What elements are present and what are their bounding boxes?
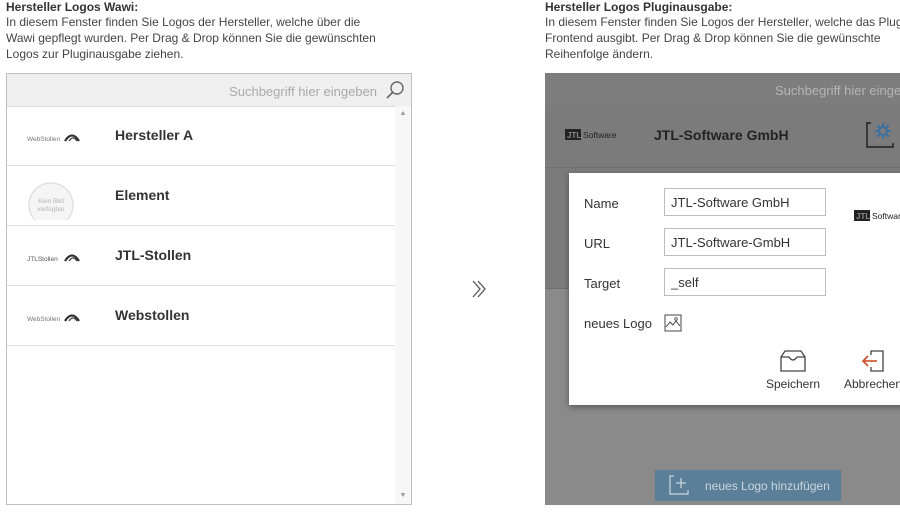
name-label: Name — [584, 196, 619, 211]
jtl-software-logo: JTL Software — [565, 129, 617, 140]
list-scrollbar[interactable]: ▲ ▼ — [395, 106, 411, 504]
search-icon[interactable] — [385, 80, 405, 100]
double-chevron-right-icon — [472, 280, 486, 298]
no-image-text: verfügbar — [37, 206, 65, 213]
left-desc-line: In diesem Fenster finden Sie Logos der H… — [6, 15, 361, 29]
manufacturer-logo: JTLStollen — [27, 254, 80, 263]
scroll-down-icon[interactable]: ▼ — [399, 492, 407, 500]
left-desc-line: Logos zur Pluginausgabe ziehen. — [6, 47, 184, 61]
save-icon — [780, 350, 806, 372]
manufacturer-logo: WebStollen — [27, 314, 80, 323]
image-upload-icon[interactable] — [664, 314, 682, 332]
left-search-bar — [7, 74, 411, 107]
right-desc-line: Frontend ausgibt. Per Drag & Drop können… — [545, 31, 881, 45]
wawi-logo-list: WebStollen Hersteller A Kein Bild verfüg… — [7, 106, 395, 504]
plugin-logo-name: JTL-Software GmbH — [654, 127, 789, 143]
right-search-bar — [545, 73, 900, 105]
add-logo-label: neues Logo hinzufügen — [705, 479, 830, 493]
plugin-logo-row[interactable]: JTL Software JTL-Software GmbH — [545, 105, 900, 168]
manufacturer-logo: WebStollen — [27, 134, 80, 143]
gear-icon[interactable] — [865, 119, 895, 149]
target-input[interactable] — [664, 268, 826, 296]
list-item[interactable]: Kein Bild verfügbar Element — [7, 166, 395, 226]
logo-text: Software — [872, 211, 900, 221]
right-section-title: Hersteller Logos Pluginausgabe: — [545, 0, 733, 14]
right-search-input[interactable] — [773, 79, 900, 101]
left-desc-line: Wawi gepflegt wurden. Per Drag & Drop kö… — [6, 31, 376, 45]
no-image-placeholder-icon: Kein Bild verfügbar — [28, 182, 74, 220]
logo-text: WebStollen — [27, 136, 61, 143]
logo-text: JTLStollen — [27, 256, 58, 263]
edit-logo-dialog: Name URL Target JTL Software neues Logo … — [569, 173, 900, 405]
logo-text: Software — [583, 130, 617, 140]
left-section-description: In diesem Fenster finden Sie Logos der H… — [6, 14, 376, 62]
save-button[interactable]: Speichern — [765, 349, 821, 391]
svg-text:JTL: JTL — [567, 131, 581, 140]
cancel-button[interactable]: Abbrechen — [840, 349, 900, 391]
scroll-up-icon[interactable]: ▲ — [399, 110, 407, 118]
add-logo-button[interactable]: neues Logo hinzufügen — [655, 470, 841, 501]
manufacturer-name: Hersteller A — [115, 127, 194, 143]
url-input[interactable] — [664, 228, 826, 256]
right-desc-line: In diesem Fenster finden Sie Logos der H… — [545, 15, 900, 29]
cancel-label: Abbrechen — [843, 377, 900, 391]
manufacturer-name: Webstollen — [115, 307, 190, 323]
right-desc-line: Reihenfolge ändern. — [545, 47, 654, 61]
left-search-input[interactable] — [115, 80, 379, 102]
svg-text:JTL: JTL — [856, 212, 870, 221]
add-icon — [669, 475, 689, 495]
right-section-description: In diesem Fenster finden Sie Logos der H… — [545, 14, 900, 62]
url-label: URL — [584, 236, 611, 251]
left-section-title: Hersteller Logos Wawi: — [6, 0, 139, 14]
list-item[interactable]: JTLStollen JTL-Stollen — [7, 226, 395, 286]
no-image-text: Kein Bild — [38, 198, 64, 205]
new-logo-label: neues Logo — [584, 316, 652, 331]
jtl-software-logo: JTL Software — [854, 210, 900, 221]
wawi-logo-panel: WebStollen Hersteller A Kein Bild verfüg… — [6, 73, 412, 505]
save-label: Speichern — [765, 377, 821, 391]
target-label: Target — [584, 276, 621, 291]
logo-text: WebStollen — [27, 316, 61, 323]
list-item[interactable]: WebStollen Hersteller A — [7, 106, 395, 166]
manufacturer-name: JTL-Stollen — [115, 247, 192, 263]
manufacturer-name: Element — [115, 187, 170, 203]
exit-icon — [861, 350, 884, 372]
list-item[interactable]: WebStollen Webstollen — [7, 286, 395, 346]
name-input[interactable] — [664, 188, 826, 216]
